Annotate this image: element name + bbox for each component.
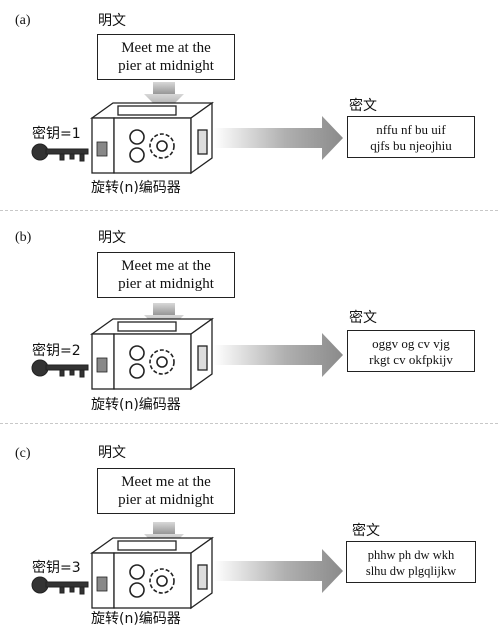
ciphertext-box: oggv og cv vjg rkgt cv okfpkijv: [347, 330, 475, 372]
plaintext-line: pier at midnight: [118, 276, 214, 292]
ciphertext-box: nffu nf bu uif qjfs bu njeojhiu: [347, 116, 475, 158]
encoder-illustration: [31, 82, 343, 175]
plaintext-box: Meet me at the pier at midnight: [97, 252, 235, 298]
machine-label: 旋转(n)编码器: [91, 397, 181, 413]
ciphertext-line: qjfs bu njeojhiu: [370, 138, 452, 153]
panel-label: (b): [15, 230, 32, 245]
machine-label: 旋转(n)编码器: [91, 180, 181, 196]
ciphertext-line: rkgt cv okfpkijv: [369, 352, 453, 367]
keyhole-icon: [96, 576, 108, 592]
key-icon: [31, 359, 89, 378]
plaintext-title: 明文: [98, 230, 126, 246]
keyhole-icon: [96, 357, 108, 373]
plaintext-line: Meet me at the: [121, 474, 211, 490]
panel-b: (b) 明文 Meet me at the pier at midnight 密…: [0, 210, 498, 415]
panel-c: (c) 明文 Meet me at the pier at midnight 密…: [0, 423, 498, 632]
rotation-cipher-diagram: (a) 明文 Meet me at the pier at midnight 密…: [0, 0, 498, 632]
plaintext-line: Meet me at the: [121, 258, 211, 274]
encoder-machine: [89, 317, 215, 391]
output-arrow: [214, 549, 343, 593]
ciphertext-box: phhw ph dw wkh slhu dw plgqlijkw: [346, 541, 476, 583]
plaintext-box: Meet me at the pier at midnight: [97, 468, 235, 514]
key-label: 密钥=3: [32, 560, 81, 576]
plaintext-line: pier at midnight: [118, 58, 214, 74]
ciphertext-title: 密文: [352, 523, 380, 539]
plaintext-title: 明文: [98, 445, 126, 461]
ciphertext-line: oggv og cv vjg: [372, 336, 450, 351]
panel-label: (a): [15, 13, 31, 28]
plaintext-line: Meet me at the: [121, 40, 211, 56]
encoder-machine: [89, 101, 215, 175]
plaintext-box: Meet me at the pier at midnight: [97, 34, 235, 80]
key-icon: [31, 576, 89, 595]
output-arrow: [214, 116, 343, 160]
ciphertext-title: 密文: [349, 98, 377, 114]
ciphertext-line: phhw ph dw wkh: [367, 548, 455, 562]
machine-label: 旋转(n)编码器: [91, 611, 181, 627]
panel-a: (a) 明文 Meet me at the pier at midnight 密…: [0, 0, 498, 205]
key-label: 密钥=2: [32, 343, 81, 359]
ciphertext-title: 密文: [349, 310, 377, 326]
plaintext-title: 明文: [98, 13, 126, 29]
key-label: 密钥=1: [32, 126, 81, 142]
encoder-machine: [89, 536, 215, 610]
panel-label: (c): [15, 446, 31, 461]
keyhole-icon: [96, 141, 108, 157]
ciphertext-line: slhu dw plgqlijkw: [365, 564, 457, 578]
encoder-illustration: [31, 303, 343, 391]
encoder-illustration: [31, 522, 343, 610]
plaintext-line: pier at midnight: [118, 492, 214, 508]
key-icon: [31, 143, 89, 162]
output-arrow: [214, 333, 343, 377]
ciphertext-line: nffu nf bu uif: [376, 122, 446, 137]
